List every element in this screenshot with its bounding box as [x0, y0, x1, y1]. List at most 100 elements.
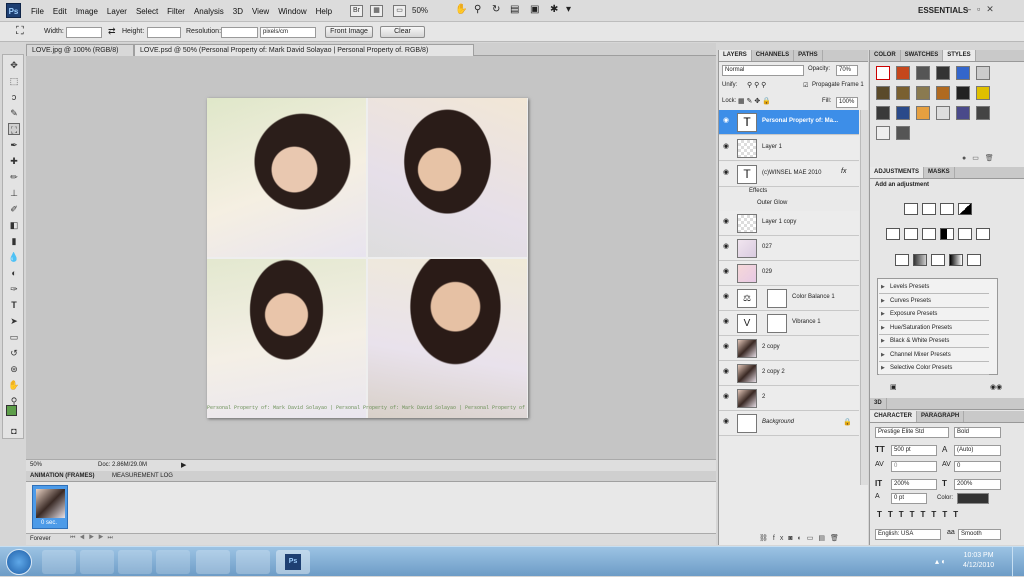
width-field[interactable] — [66, 27, 102, 38]
layer-row[interactable]: ◉ T (c)WINSEL MAE 2010 fx — [719, 162, 859, 187]
3d-rotate-tool-icon[interactable]: ↺ — [8, 347, 20, 359]
baseline-shift-field[interactable]: 0 pt — [891, 493, 927, 504]
shape-tool-icon[interactable]: ▭ — [8, 331, 20, 343]
marquee-tool-icon[interactable]: ⬚ — [8, 75, 20, 87]
anti-alias-select[interactable]: Smooth — [958, 529, 1001, 540]
status-zoom[interactable]: 50% — [30, 462, 42, 468]
adjust-footer-icon[interactable]: ▣ — [890, 383, 897, 391]
levels-presets[interactable]: Levels Presets — [879, 281, 989, 294]
grid-icon[interactable]: ▦ — [370, 5, 383, 17]
layer-row[interactable]: ◉ 2 copy — [719, 336, 859, 361]
tab-layers[interactable]: LAYERS — [719, 50, 752, 61]
outer-glow-effect[interactable]: Outer Glow — [757, 200, 787, 206]
menu-image[interactable]: Image — [76, 7, 98, 16]
adjust-right-icons[interactable]: ◉◉ — [990, 383, 1002, 391]
photo-filter-icon[interactable] — [958, 228, 972, 240]
explorer-taskbar-icon[interactable] — [80, 550, 114, 574]
zoom-level-select[interactable]: 50% — [412, 6, 428, 15]
style-swatch[interactable] — [936, 106, 950, 120]
type-tool-icon[interactable]: T — [8, 299, 20, 311]
vibrance-icon[interactable] — [886, 228, 900, 240]
style-swatch[interactable] — [976, 66, 990, 80]
gradient-map-icon[interactable] — [949, 254, 963, 266]
visibility-eye-icon[interactable]: ◉ — [723, 393, 731, 400]
eyedropper-tool-icon[interactable]: ✒ — [8, 139, 20, 151]
layer-footer-icons[interactable]: ⛓fx◙◐▭▤🗑 — [759, 534, 844, 542]
language-select[interactable]: English: USA — [875, 529, 941, 540]
color-balance-icon[interactable] — [922, 228, 936, 240]
blend-mode-select[interactable]: Normal — [722, 65, 804, 76]
black-white-presets[interactable]: Black & White Presets — [879, 335, 989, 348]
menu-3d[interactable]: 3D — [233, 7, 243, 16]
font-family-select[interactable]: Prestige Elite Std — [875, 427, 949, 438]
tab-channels[interactable]: CHANNELS — [752, 50, 795, 61]
selective-color-icon[interactable] — [967, 254, 981, 266]
clock[interactable]: 10:03 PM 4/12/2010 — [963, 551, 994, 571]
menu-edit[interactable]: Edit — [53, 7, 67, 16]
layers-scrollbar[interactable] — [860, 110, 868, 485]
pen-tool-icon[interactable]: ✑ — [8, 283, 20, 295]
brightness-icon[interactable] — [904, 203, 918, 215]
style-swatch[interactable] — [916, 66, 930, 80]
healing-brush-tool-icon[interactable]: ✚ — [8, 155, 20, 167]
menu-filter[interactable]: Filter — [167, 7, 185, 16]
document-canvas[interactable]: Personal Property of: Mark David Solayao… — [207, 98, 528, 418]
style-swatch[interactable] — [956, 106, 970, 120]
status-arrow-icon[interactable]: ▶ — [181, 461, 186, 469]
visibility-eye-icon[interactable]: ◉ — [723, 418, 731, 425]
text-color-swatch[interactable] — [957, 493, 989, 504]
curves-presets[interactable]: Curves Presets — [879, 295, 989, 308]
tab-character[interactable]: CHARACTER — [870, 411, 917, 422]
tab-love-psd[interactable]: LOVE.psd @ 50% (Personal Property of: Ma… — [134, 44, 474, 56]
quick-mask-icon[interactable]: ◘ — [8, 425, 20, 437]
fx-icon[interactable]: fx — [841, 168, 846, 175]
swap-icon[interactable]: ⇄ — [108, 26, 116, 37]
dodge-tool-icon[interactable]: ◐ — [8, 267, 20, 279]
move-tool-icon[interactable]: ✥ — [8, 59, 20, 71]
menu-select[interactable]: Select — [136, 7, 158, 16]
front-image-button[interactable]: Front Image — [325, 26, 373, 38]
hand-tool-icon[interactable]: ✋ — [8, 379, 20, 391]
layer-row[interactable]: ◉ 029 — [719, 261, 859, 286]
menu-analysis[interactable]: Analysis — [194, 7, 224, 16]
levels-icon[interactable] — [922, 203, 936, 215]
minimize-icon[interactable]: – — [966, 4, 971, 15]
lasso-tool-icon[interactable]: ↄ — [8, 91, 20, 103]
tab-color[interactable]: COLOR — [870, 50, 901, 61]
extras-icon[interactable]: ✱ — [550, 4, 558, 15]
screen-mode-icon[interactable]: ▭ — [393, 5, 406, 17]
tab-paragraph[interactable]: PARAGRAPH — [917, 411, 965, 422]
style-none-swatch[interactable] — [876, 66, 890, 80]
tab-adjustments[interactable]: ADJUSTMENTS — [870, 167, 925, 178]
text-style-buttons[interactable]: TTTTTTTT — [877, 510, 964, 519]
layer-row[interactable]: ◉ Background 🔒 — [719, 411, 859, 436]
propagate-checkbox[interactable]: ☑ — [803, 82, 808, 89]
brush-tool-icon[interactable]: ✏ — [8, 171, 20, 183]
visibility-eye-icon[interactable]: ◉ — [723, 293, 731, 300]
opacity-field[interactable]: 70% — [836, 65, 858, 76]
tab-paths[interactable]: PATHS — [794, 50, 823, 61]
style-swatch[interactable] — [896, 66, 910, 80]
menu-layer[interactable]: Layer — [107, 7, 127, 16]
loop-select[interactable]: Forever — [30, 536, 51, 542]
chrome-taskbar-icon[interactable] — [156, 550, 190, 574]
menu-help[interactable]: Help — [316, 7, 332, 16]
screen-mode-toggle-icon[interactable]: ▣ — [530, 4, 539, 15]
exposure-presets[interactable]: Exposure Presets — [879, 308, 989, 321]
font-size-field[interactable]: 500 pt — [891, 445, 937, 456]
hue-saturation-presets[interactable]: Hue/Saturation Presets — [879, 322, 989, 335]
leading-field[interactable]: (Auto) — [954, 445, 1001, 456]
tab-masks[interactable]: MASKS — [924, 167, 955, 178]
tab-swatches[interactable]: SWATCHES — [901, 50, 944, 61]
visibility-eye-icon[interactable]: ◉ — [723, 318, 731, 325]
horizontal-scale-field[interactable]: 200% — [954, 479, 1001, 490]
resolution-field[interactable] — [221, 27, 258, 38]
rotate-view-icon[interactable]: ↻ — [492, 4, 500, 15]
style-swatch[interactable] — [876, 126, 890, 140]
visibility-eye-icon[interactable]: ◉ — [723, 368, 731, 375]
media-taskbar-icon[interactable] — [118, 550, 152, 574]
channel-mixer-icon[interactable] — [976, 228, 990, 240]
hand-icon[interactable]: ✋ — [455, 4, 467, 15]
hue-saturation-icon[interactable] — [904, 228, 918, 240]
style-swatch[interactable] — [896, 106, 910, 120]
